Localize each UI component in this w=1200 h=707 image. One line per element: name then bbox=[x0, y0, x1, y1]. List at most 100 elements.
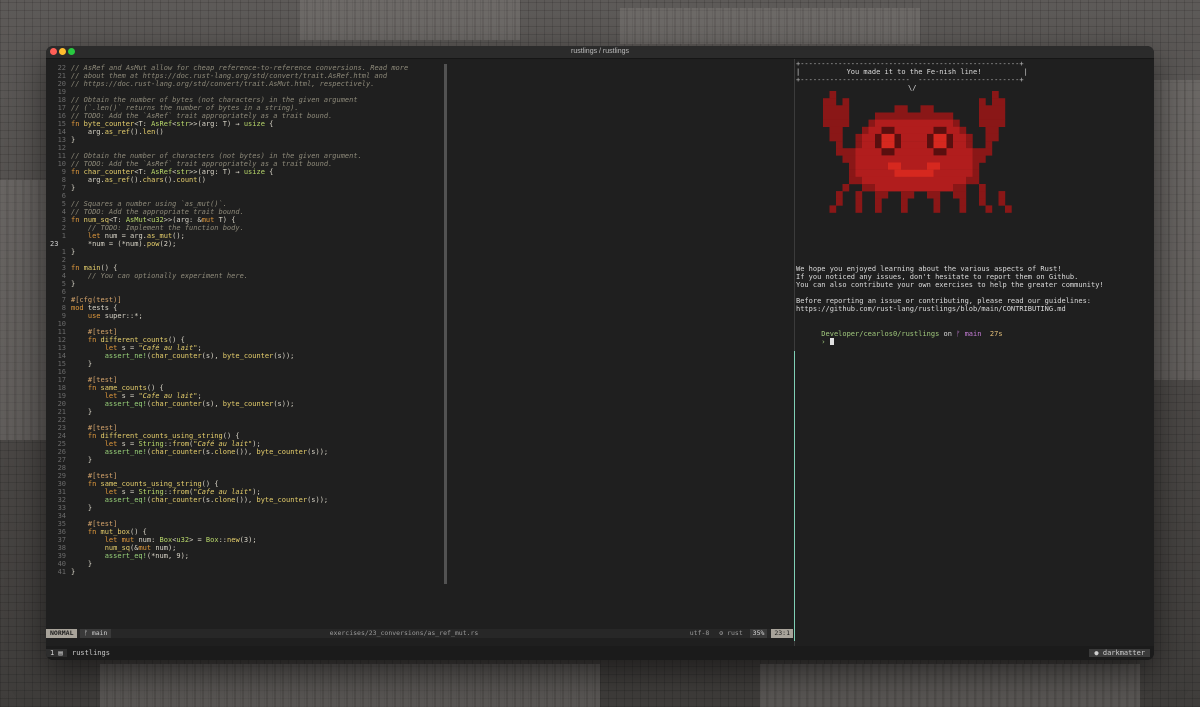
code-line[interactable]: 41} bbox=[46, 568, 76, 576]
tmux-window-index[interactable]: 1 ▤ bbox=[46, 649, 67, 657]
line-number: 11 bbox=[57, 152, 66, 160]
code-line[interactable]: 6 bbox=[46, 192, 71, 200]
code-line[interactable]: 22 bbox=[46, 416, 71, 424]
code-line[interactable]: 14 arg.as_ref().len() bbox=[46, 128, 164, 136]
code-line[interactable]: 29 #[test] bbox=[46, 472, 118, 480]
code-line[interactable]: 9 use super::*; bbox=[46, 312, 143, 320]
code-line[interactable]: 30 fn same_counts_using_string() { bbox=[46, 480, 219, 488]
crab-pixel bbox=[940, 133, 947, 142]
code-area[interactable]: 22// AsRef and AsMut allow for cheap ref… bbox=[46, 59, 793, 629]
code-line[interactable]: 23 #[test] bbox=[46, 424, 118, 432]
code-line[interactable]: 31 let s = String::from("Cafe au lait"); bbox=[46, 488, 261, 496]
code-line[interactable]: 19 let s = "Cafe au lait"; bbox=[46, 392, 202, 400]
code-line[interactable]: 17 #[test] bbox=[46, 376, 118, 384]
code-line[interactable]: 40 } bbox=[46, 560, 93, 568]
code-line[interactable]: 18 fn same_counts() { bbox=[46, 384, 164, 392]
code-line[interactable]: 14 assert_ne!(char_counter(s), byte_coun… bbox=[46, 352, 295, 360]
code-line[interactable]: 6 bbox=[46, 288, 71, 296]
code-line[interactable]: 38 num_sq(&mut num); bbox=[46, 544, 177, 552]
code-line[interactable]: 13 let s = "Café au lait"; bbox=[46, 344, 202, 352]
code-line[interactable]: 34 bbox=[46, 512, 71, 520]
code-line[interactable]: 21 } bbox=[46, 408, 93, 416]
code-line[interactable]: 4 // You can optionally experiment here. bbox=[46, 272, 248, 280]
editor-scrollbar-thumb[interactable] bbox=[444, 64, 447, 584]
code-line[interactable]: 25 let s = String::from("Café au lait"); bbox=[46, 440, 261, 448]
code-line[interactable]: 36 fn mut_box() { bbox=[46, 528, 147, 536]
code-line[interactable]: 8 arg.as_ref().chars().count() bbox=[46, 176, 206, 184]
code-line[interactable]: 12 fn different_counts() { bbox=[46, 336, 185, 344]
line-number: 19 bbox=[57, 392, 66, 400]
code-line[interactable]: 4 // TODO: Add the appropriate trait boun… bbox=[46, 208, 244, 216]
code-line[interactable]: 9 fn char_counter<T: AsRef<str>>(arg: T) … bbox=[46, 168, 274, 176]
code-line[interactable]: 16 bbox=[46, 368, 71, 376]
vim-editor-pane[interactable]: 22// AsRef and AsMut allow for cheap ref… bbox=[46, 59, 793, 629]
crab-pixel bbox=[901, 191, 908, 199]
crab-pixel bbox=[940, 155, 947, 163]
shell-input-line[interactable]: › bbox=[796, 330, 834, 346]
code-line[interactable]: 21 // about them at https://doc.rust-lang… bbox=[46, 72, 388, 80]
line-number: 39 bbox=[57, 552, 66, 560]
code-line[interactable]: 3 fn main() { bbox=[46, 264, 118, 272]
crab-pixel bbox=[862, 126, 869, 135]
crab-pixel bbox=[855, 162, 863, 170]
code-line[interactable]: 32 assert_eq!(char_counter(s.clone()), b… bbox=[46, 496, 329, 504]
code-line[interactable]: 18 // Obtain the number of bytes (not cha… bbox=[46, 96, 358, 104]
code-line[interactable]: 33 } bbox=[46, 504, 93, 512]
tmux-session-name[interactable]: rustlings bbox=[72, 646, 110, 660]
code-line[interactable]: 22 // AsRef and AsMut allow for cheap ref… bbox=[46, 64, 409, 72]
code-token: // TODO: Add the `AsRef` trait appropria… bbox=[71, 112, 333, 120]
code-line[interactable]: 23 *num = (*num).pow(2); bbox=[46, 240, 176, 248]
crab-pixel bbox=[875, 112, 882, 120]
crab-pixel bbox=[998, 105, 1006, 113]
code-line[interactable]: 8 mod tests { bbox=[46, 304, 118, 312]
code-line[interactable]: 17 // (`.len()` returns the number of byt… bbox=[46, 104, 299, 112]
code-line[interactable]: 28 bbox=[46, 464, 71, 472]
line-number: 25 bbox=[57, 440, 66, 448]
code-line[interactable]: 35 #[test] bbox=[46, 520, 118, 528]
code-line[interactable]: 2 // TODO: Implement the function body. bbox=[46, 224, 244, 232]
terminal-pane[interactable]: +---------------------------------------… bbox=[796, 59, 1154, 647]
code-line[interactable]: 2 bbox=[46, 256, 71, 264]
code-line[interactable]: 27 } bbox=[46, 456, 93, 464]
code-line[interactable]: 7 #[cfg(test)] bbox=[46, 296, 122, 304]
code-line[interactable]: 11 // Obtain the number of characters (no… bbox=[46, 152, 362, 160]
crab-pixel bbox=[901, 155, 908, 163]
code-line[interactable]: 16 // TODO: Add the `AsRef` trait appropr… bbox=[46, 112, 333, 120]
code-line[interactable]: 24 fn different_counts_using_string() { bbox=[46, 432, 240, 440]
code-token: >>(arg: & bbox=[163, 216, 202, 224]
code-line[interactable]: 39 assert_eq!(*num, 9); bbox=[46, 552, 189, 560]
code-line[interactable]: 5} bbox=[46, 280, 75, 288]
line-number: 3 bbox=[61, 216, 66, 224]
code-line[interactable]: 1} bbox=[46, 248, 75, 256]
code-token: s = bbox=[117, 344, 139, 352]
code-line[interactable]: 37 let mut num: Box<u32> = Box::new(3); bbox=[46, 536, 257, 544]
code-line[interactable]: 13} bbox=[46, 136, 76, 144]
code-token: mut bbox=[201, 216, 215, 224]
code-line[interactable]: 1 let num = arg.as_mut(); bbox=[46, 232, 185, 240]
code-line[interactable]: 26 assert_ne!(char_counter(s.clone()), b… bbox=[46, 448, 329, 456]
code-line[interactable]: 19 bbox=[46, 88, 71, 96]
crab-pixel bbox=[933, 119, 941, 127]
crab-pixel bbox=[920, 112, 928, 120]
code-line[interactable]: 7} bbox=[46, 184, 75, 192]
code-line[interactable]: 20 assert_eq!(char_counter(s), byte_coun… bbox=[46, 400, 295, 408]
code-token: String bbox=[138, 488, 164, 496]
crab-pixel bbox=[933, 133, 941, 142]
code-line[interactable]: 20 // https://doc.rust-lang.org/std/conve… bbox=[46, 80, 375, 88]
code-line[interactable]: 15 fn byte_counter<T: AsRef<str>>(arg: T)… bbox=[46, 120, 274, 128]
code-token: #[cfg(test)] bbox=[71, 296, 122, 304]
vim-statusline: NORMAL ᚠ main exercises/23_conversions/a… bbox=[46, 629, 793, 638]
crab-pixel bbox=[894, 155, 902, 163]
banner-bottom: +-------------------------- ------------… bbox=[796, 76, 1024, 84]
editor-scrollbar[interactable] bbox=[444, 64, 447, 584]
code-line[interactable]: 5 // Squares a number using `as_mut()`. bbox=[46, 200, 227, 208]
code-line[interactable]: 10 bbox=[46, 320, 71, 328]
code-line[interactable]: 15 } bbox=[46, 360, 93, 368]
crab-pixel bbox=[959, 126, 967, 135]
code-line[interactable]: 3 fn num_sq<T: AsMut<u32>>(arg: &mut T) { bbox=[46, 216, 236, 224]
code-line[interactable]: 11 #[test] bbox=[46, 328, 118, 336]
code-line[interactable]: 12 bbox=[46, 144, 71, 152]
code-line[interactable]: 10 // TODO: Add the `AsRef` trait appropr… bbox=[46, 160, 333, 168]
crab-pixel bbox=[901, 205, 908, 213]
